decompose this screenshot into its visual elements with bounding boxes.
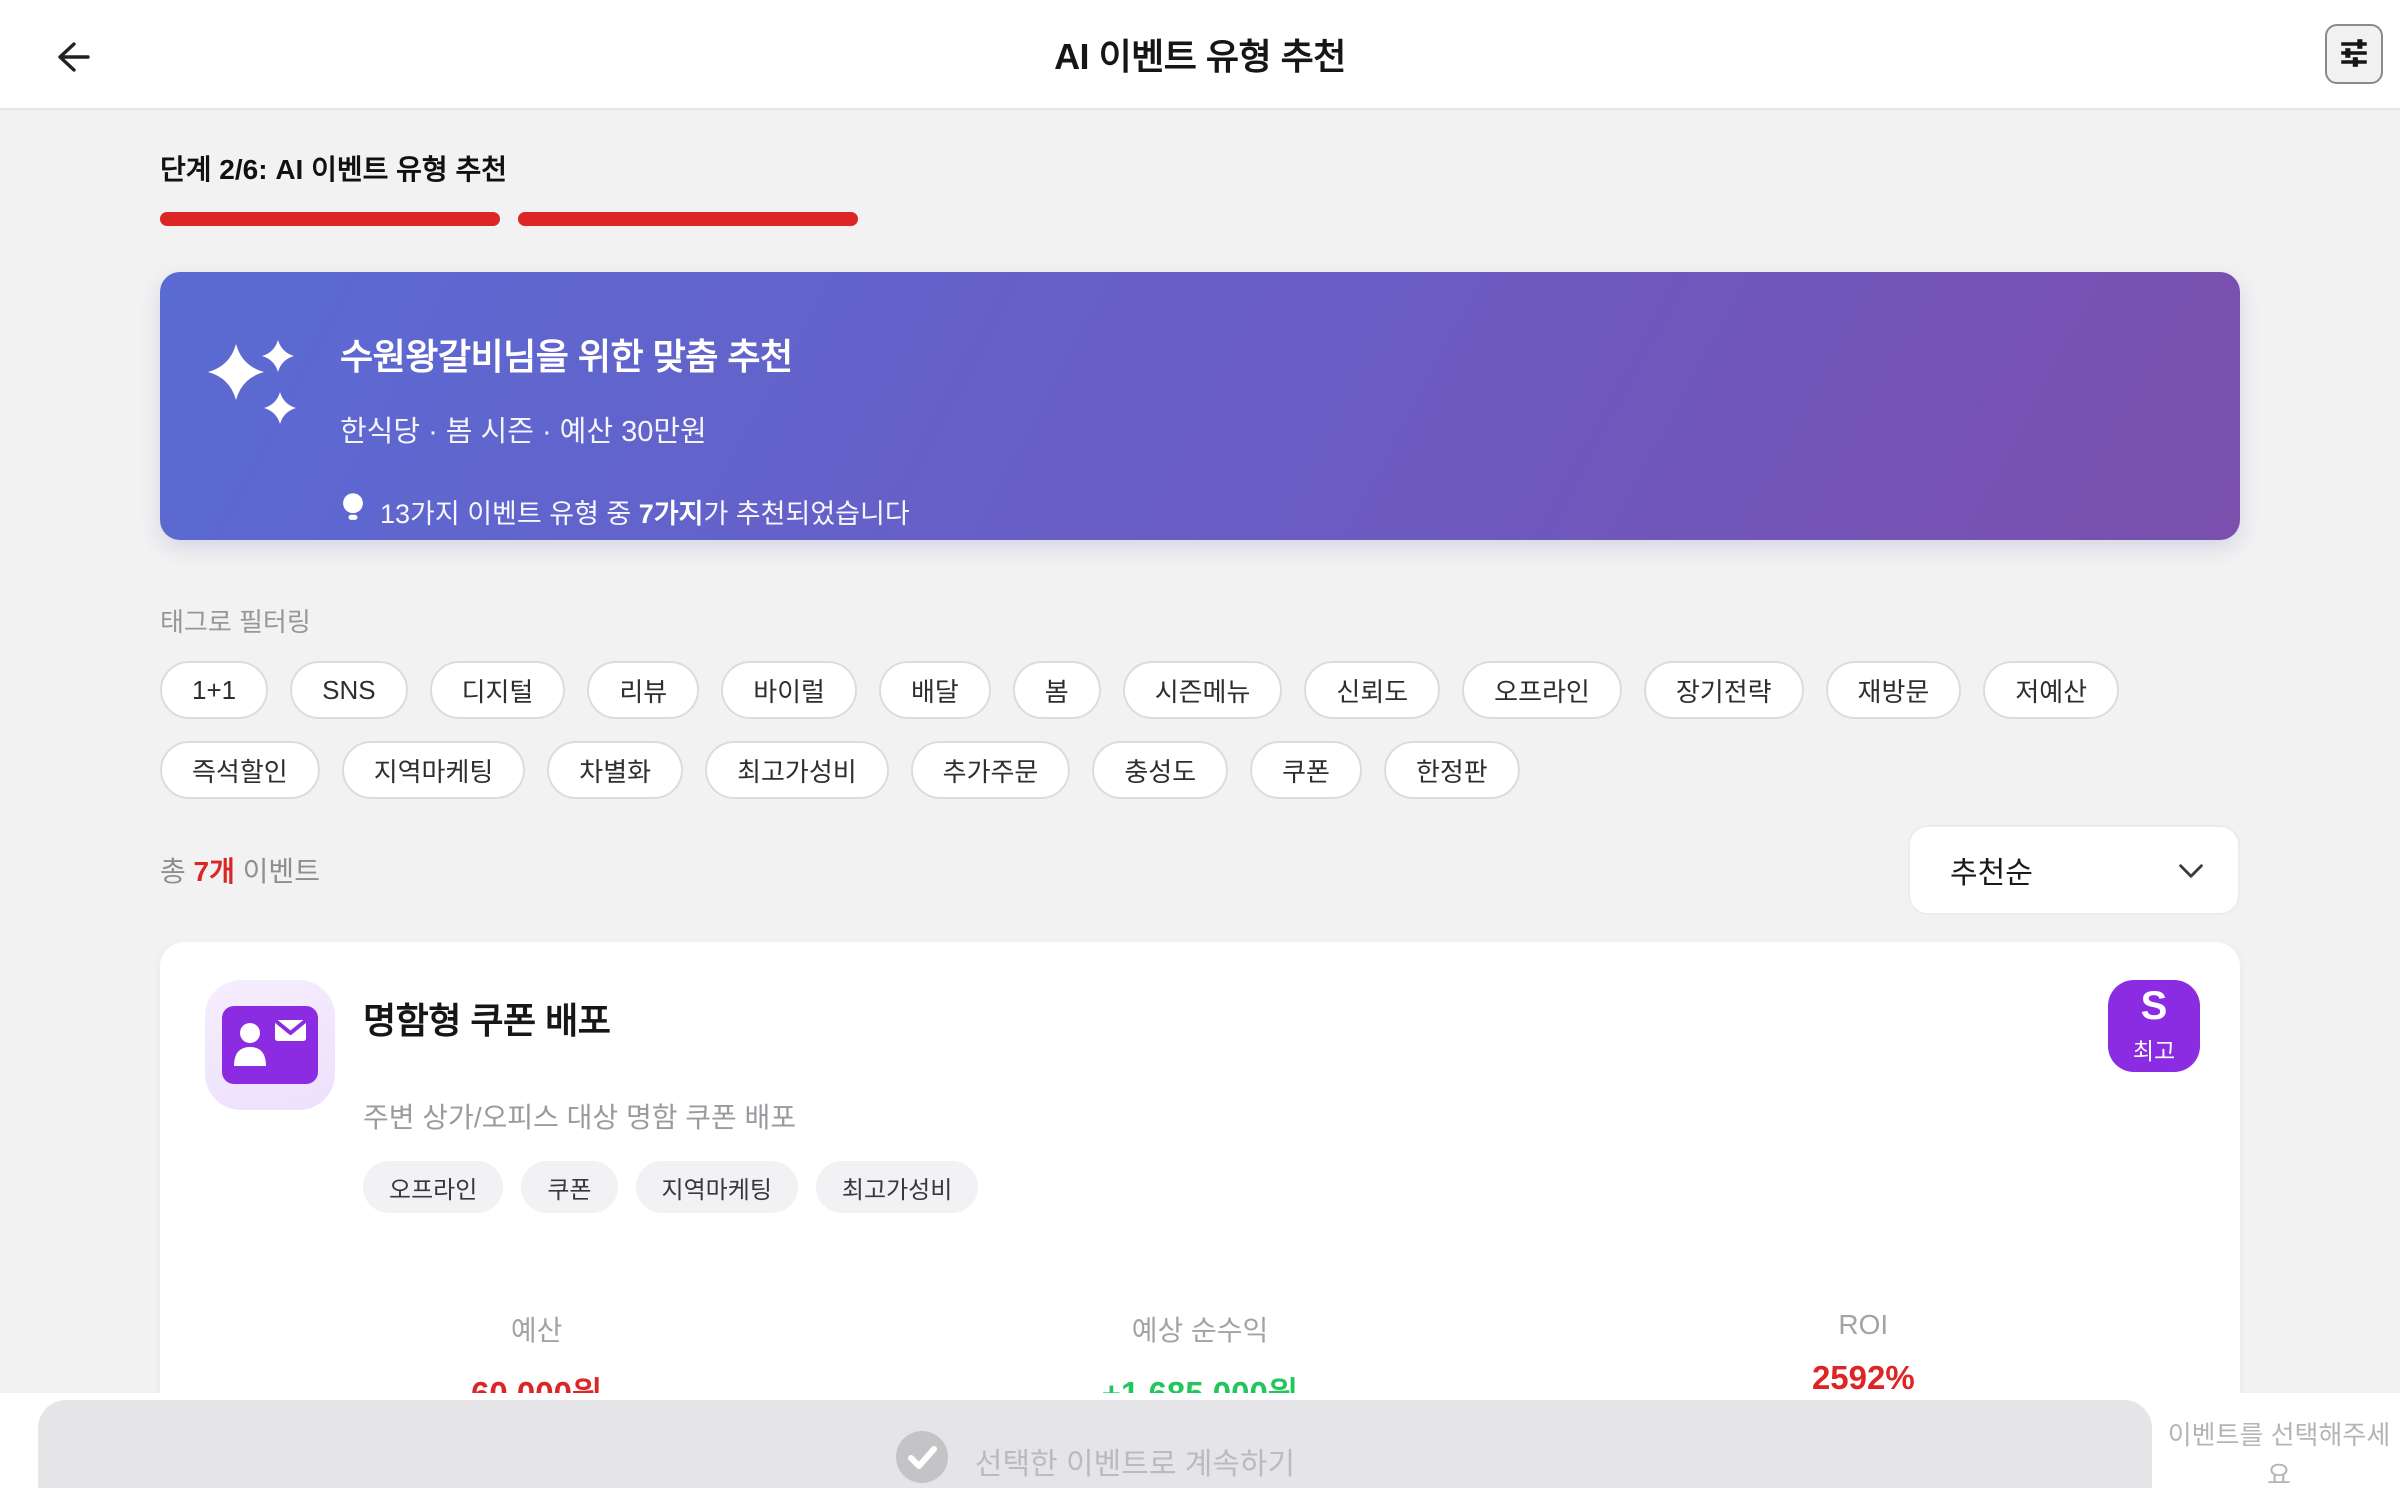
continue-button-label: 선택한 이벤트로 계속하기 — [974, 1448, 1296, 1481]
check-circle-icon — [895, 1430, 949, 1488]
banner-title: 수원왕갈비님을 위한 맞춤 추천 — [340, 336, 793, 377]
event-tag: 쿠폰 — [521, 1161, 618, 1213]
sparkles-icon — [196, 332, 312, 453]
event-count-number: 7개 — [193, 856, 235, 887]
filter-tag-chip[interactable]: 바이럴 — [721, 661, 857, 719]
event-description: 주변 상가/오피스 대상 명함 쿠폰 배포 — [363, 1102, 797, 1133]
filter-tag-chip[interactable]: 쿠폰 — [1250, 741, 1362, 799]
filter-section-label: 태그로 필터링 — [160, 607, 311, 637]
event-count: 총 7개 이벤트 — [160, 856, 320, 887]
business-card-icon — [205, 980, 335, 1110]
filter-tag-chip[interactable]: 추가주문 — [910, 741, 1071, 799]
event-tag: 지역마케팅 — [635, 1161, 798, 1213]
selection-hint: 이벤트를 선택해주세요 — [2167, 1420, 2391, 1488]
grade-badge: S 최고 — [2108, 980, 2200, 1072]
step-label: 단계 2/6: AI 이벤트 유형 추천 — [160, 154, 507, 185]
filter-tag-chip[interactable]: 차별화 — [547, 741, 684, 799]
page-title: AI 이벤트 유형 추천 — [1054, 36, 1346, 77]
sort-dropdown-value: 추천순 — [1950, 857, 2033, 890]
event-card-head: 명함형 쿠폰 배포 주변 상가/오피스 대상 명함 쿠폰 배포 오프라인 쿠폰 … — [205, 980, 2195, 1213]
filter-tag-chip[interactable]: 재방문 — [1825, 661, 1962, 719]
sort-dropdown[interactable]: 추천순 — [1908, 825, 2240, 915]
filter-tag-chip[interactable]: 신뢰도 — [1304, 661, 1441, 719]
progress-segment-2 — [518, 212, 858, 226]
event-tag: 오프라인 — [363, 1161, 504, 1213]
chevron-down-icon — [2178, 853, 2204, 887]
footer-bar: 선택한 이벤트로 계속하기 이벤트를 선택해주세요 — [0, 1393, 2400, 1488]
continue-button[interactable]: 선택한 이벤트로 계속하기 — [38, 1400, 2152, 1488]
filter-tag-chip[interactable]: 디지털 — [429, 661, 566, 719]
filter-tag-chip[interactable]: 최고가성비 — [705, 741, 889, 799]
filter-tag-list: 1+1 SNS 디지털 리뷰 바이럴 배달 봄 시즌메뉴 신뢰도 오프라인 장기… — [160, 661, 2240, 799]
grade-label: 최고 — [2132, 1038, 2176, 1064]
header: AI 이벤트 유형 추천 — [0, 0, 2400, 110]
filter-settings-button[interactable] — [2325, 24, 2383, 84]
banner-info-text: 13가지 이벤트 유형 중 7가지가 추천되었습니다 — [380, 499, 910, 529]
grade-letter: S — [2140, 984, 2168, 1028]
filter-tag-chip[interactable]: 1+1 — [160, 661, 269, 719]
banner-subtitle: 한식당 · 봄 시즌 · 예산 30만원 — [340, 416, 707, 448]
filter-tag-chip[interactable]: 배달 — [878, 661, 991, 719]
sliders-icon — [2336, 35, 2372, 74]
event-title: 명함형 쿠폰 배포 — [363, 1000, 611, 1041]
filter-tag-chip[interactable]: 한정판 — [1383, 741, 1520, 799]
filter-tag-chip[interactable]: 즉석할인 — [160, 741, 320, 799]
progress-bar — [160, 212, 2240, 226]
main-content: 단계 2/6: AI 이벤트 유형 추천 수원왕갈비님을 위한 맞춤 추천 한식… — [0, 148, 2400, 1462]
filter-tag-chip[interactable]: 리뷰 — [587, 661, 700, 719]
filter-tag-chip[interactable]: 장기전략 — [1643, 661, 1804, 719]
event-tag: 최고가성비 — [815, 1161, 979, 1213]
event-card-main: 명함형 쿠폰 배포 주변 상가/오피스 대상 명함 쿠폰 배포 오프라인 쿠폰 … — [363, 980, 979, 1213]
filter-tag-chip[interactable]: 봄 — [1012, 661, 1101, 719]
banner-info: 13가지 이벤트 유형 중 7가지가 추천되었습니다 — [340, 492, 910, 531]
filter-tag-chip[interactable]: 지역마케팅 — [341, 741, 526, 799]
back-button[interactable] — [42, 30, 98, 86]
filter-tag-chip[interactable]: 오프라인 — [1462, 661, 1622, 719]
progress-segment-1 — [160, 212, 500, 226]
filter-tag-chip[interactable]: 저예산 — [1983, 661, 2120, 719]
lightbulb-icon — [340, 492, 366, 531]
event-tag-list: 오프라인 쿠폰 지역마케팅 최고가성비 — [363, 1161, 979, 1213]
event-card[interactable]: 명함형 쿠폰 배포 주변 상가/오피스 대상 명함 쿠폰 배포 오프라인 쿠폰 … — [160, 942, 2240, 1462]
count-row: 총 7개 이벤트 추천순 — [160, 825, 2240, 915]
filter-tag-chip[interactable]: SNS — [290, 661, 408, 719]
filter-tag-chip[interactable]: 시즌메뉴 — [1122, 661, 1283, 719]
filter-tag-chip[interactable]: 충성도 — [1092, 741, 1229, 799]
recommendation-banner: 수원왕갈비님을 위한 맞춤 추천 한식당 · 봄 시즌 · 예산 30만원 13… — [160, 272, 2240, 540]
back-arrow-icon — [47, 34, 93, 83]
